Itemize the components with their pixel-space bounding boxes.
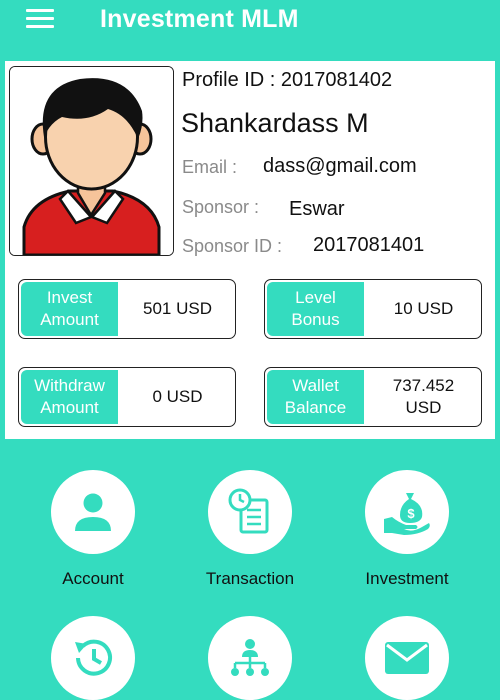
history-button[interactable] [51, 616, 135, 700]
stat-wallet-balance: Wallet Balance 737.452 USD [264, 367, 482, 427]
hamburger-menu-icon[interactable] [26, 9, 54, 31]
network-tree-icon [231, 639, 269, 676]
transaction-label: Transaction [205, 569, 295, 588]
stat-value: 0 USD [152, 387, 203, 406]
avatar [9, 66, 174, 256]
stat-value: 737.452 USD [392, 376, 455, 417]
profile-id: Profile ID : 2017081402 [182, 69, 393, 91]
sponsor-id-label: Sponsor ID : [182, 236, 283, 256]
profile-name: Shankardass M [181, 108, 369, 138]
mail-icon [385, 642, 429, 674]
email-label: Email : [182, 157, 238, 177]
mail-button[interactable] [365, 616, 449, 700]
stat-invest-amount: Invest Amount 501 USD [18, 279, 236, 339]
transaction-document-icon [228, 488, 269, 534]
sponsor-value: Eswar [289, 198, 345, 220]
sponsor-label: Sponsor : [182, 197, 260, 217]
money-bag-hand-icon: $ [384, 493, 430, 535]
stat-label: Level Bonus [267, 282, 364, 336]
app-bar: Investment MLM [0, 0, 500, 42]
app-title: Investment MLM [100, 5, 299, 33]
investment-label: Investment [365, 569, 449, 588]
investment-button[interactable]: $ [365, 470, 449, 554]
stat-level-bonus: Level Bonus 10 USD [264, 279, 482, 339]
account-label: Account [62, 569, 124, 588]
history-icon [75, 639, 112, 676]
stat-label: Wallet Balance [267, 370, 364, 424]
svg-text:$: $ [407, 506, 415, 521]
account-button[interactable] [51, 470, 135, 554]
user-avatar-icon [10, 67, 173, 255]
stat-value: 10 USD [393, 299, 454, 318]
email-value: dass@gmail.com [263, 155, 417, 177]
sponsor-id-value: 2017081401 [313, 234, 425, 256]
stat-label: Invest Amount [21, 282, 118, 336]
transaction-button[interactable] [208, 470, 292, 554]
stat-value: 501 USD [143, 299, 212, 318]
stat-withdraw-amount: Withdraw Amount 0 USD [18, 367, 236, 427]
profile-card: Profile ID : 2017081402 Shankardass M Em… [5, 61, 495, 439]
network-button[interactable] [208, 616, 292, 700]
stat-label: Withdraw Amount [21, 370, 118, 424]
person-icon [75, 493, 111, 531]
